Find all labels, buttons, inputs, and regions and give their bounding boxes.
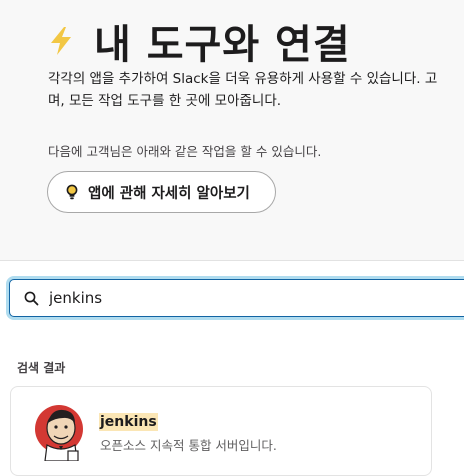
description-line-2: 며, 모든 작업 도구를 한 곳에 모아줍니다. [48,93,282,109]
page-description: 각각의 앱을 추가하여 Slack을 더욱 유용하게 사용할 수 있습니다. 고… [48,68,464,112]
lightbulb-icon [66,184,78,199]
search-icon [24,291,39,305]
search-input[interactable] [49,289,429,307]
hero-section: 내 도구와 연결 각각의 앱을 추가하여 Slack을 더욱 유용하게 사용할 … [0,0,464,261]
jenkins-logo-icon [35,405,83,461]
learn-about-apps-label: 앱에 관해 자세히 알아보기 [88,185,250,202]
app-description: 오픈소스 지속적 통합 서버입니다. [100,438,277,453]
learn-about-apps-button[interactable]: 앱에 관해 자세히 알아보기 [47,171,276,213]
lightning-bolt-icon [51,27,71,55]
page-title: 내 도구와 연결 [94,22,351,68]
search-results-heading: 검색 결과 [17,361,66,375]
app-name[interactable]: jenkins [99,413,158,431]
title-row: 내 도구와 연결 [48,14,351,68]
app-result-card[interactable]: jenkins 오픈소스 지속적 통합 서버입니다. [10,386,432,476]
description-line-1: 각각의 앱을 추가하여 Slack을 더욱 유용하게 사용할 수 있습니다. 고 [48,71,438,87]
app-search-box[interactable] [9,279,464,317]
sub-description: 다음에 고객님은 아래와 같은 작업을 할 수 있습니다. [48,144,322,159]
